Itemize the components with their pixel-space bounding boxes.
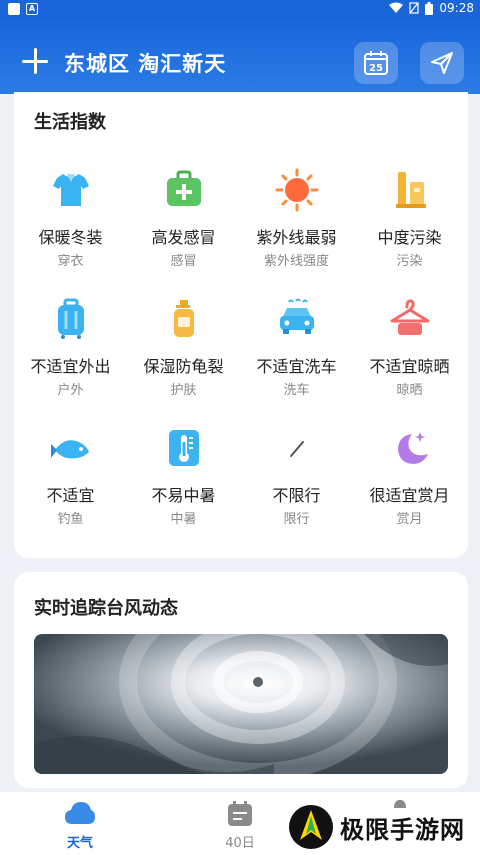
luggage-icon (58, 298, 84, 339)
signal-icon (409, 2, 420, 14)
lotion-icon (174, 300, 194, 337)
app-notification-icon: A (26, 3, 38, 15)
shirt-icon (53, 174, 89, 206)
index-sub: 护肤 (170, 383, 197, 398)
moon-icon (398, 432, 428, 464)
location-title[interactable]: 东城区 淘汇新天 (64, 48, 226, 78)
life-index-title: 生活指数 (34, 112, 106, 133)
medkit-icon (167, 170, 201, 206)
share-button[interactable] (420, 42, 464, 84)
car-wash-icon (280, 298, 314, 334)
index-main: 不适宜 (46, 486, 95, 505)
typhoon-satellite-image[interactable] (34, 634, 448, 774)
index-main: 很适宜赏月 (369, 486, 450, 505)
index-sub: 赏月 (396, 512, 423, 527)
index-main: 不适宜洗车 (256, 357, 337, 376)
wifi-icon (389, 2, 404, 13)
calendar-day: 25 (369, 63, 383, 74)
index-sub: 感冒 (170, 254, 197, 269)
thermometer-icon (169, 430, 199, 466)
slash-icon (290, 441, 304, 457)
index-sub: 洗车 (283, 383, 310, 398)
hanger-icon (390, 299, 430, 335)
typhoon-card[interactable]: 实时追踪台风动态 (14, 572, 468, 788)
index-main: 不易中暑 (151, 486, 216, 505)
watermark-text: 极限手游网 (340, 815, 465, 844)
index-sub: 限行 (283, 512, 310, 527)
tab-label: 40日 (225, 836, 255, 851)
sun-icon (275, 168, 319, 212)
index-main: 不限行 (272, 486, 321, 505)
notification-icon (8, 3, 20, 15)
typhoon-title: 实时追踪台风动态 (34, 598, 178, 619)
index-sub: 中暑 (170, 512, 197, 527)
watermark-emblem-icon (289, 805, 333, 849)
life-index-card: 生活指数 保暖冬装 穿衣 高发感冒 感冒 紫外线最弱 紫外线强度 中度污染 污染… (14, 92, 468, 558)
add-city-icon[interactable] (22, 48, 48, 74)
index-main: 不适宜晾晒 (369, 357, 450, 376)
index-sub: 户外 (57, 383, 84, 398)
index-main: 保暖冬装 (38, 228, 103, 247)
index-main: 中度污染 (377, 228, 442, 247)
index-sub: 晾晒 (396, 383, 423, 398)
fish-icon (51, 440, 89, 459)
index-sub: 钓鱼 (57, 512, 84, 527)
index-sub: 穿衣 (57, 254, 84, 269)
calendar-icon: 25 (364, 51, 388, 75)
status-bar: A 09:28 (0, 0, 480, 18)
index-main: 高发感冒 (151, 228, 216, 247)
index-sub: 紫外线强度 (263, 254, 329, 269)
index-main: 保湿防龟裂 (143, 357, 224, 376)
calendar-button[interactable]: 25 (354, 42, 398, 84)
send-icon (431, 52, 453, 74)
index-main: 紫外线最弱 (256, 228, 337, 247)
battery-icon (425, 1, 434, 15)
index-main: 不适宜外出 (30, 357, 111, 376)
watermark-logo: 极限手游网 (288, 804, 465, 850)
calendar-icon (228, 801, 252, 826)
factory-icon (396, 172, 426, 208)
cloud-icon (65, 802, 95, 824)
index-sub: 污染 (396, 254, 423, 269)
app-header: 东城区 淘汇新天 25 (0, 18, 480, 94)
tab-label: 天气 (66, 836, 93, 851)
status-time: 09:28 (439, 1, 474, 15)
